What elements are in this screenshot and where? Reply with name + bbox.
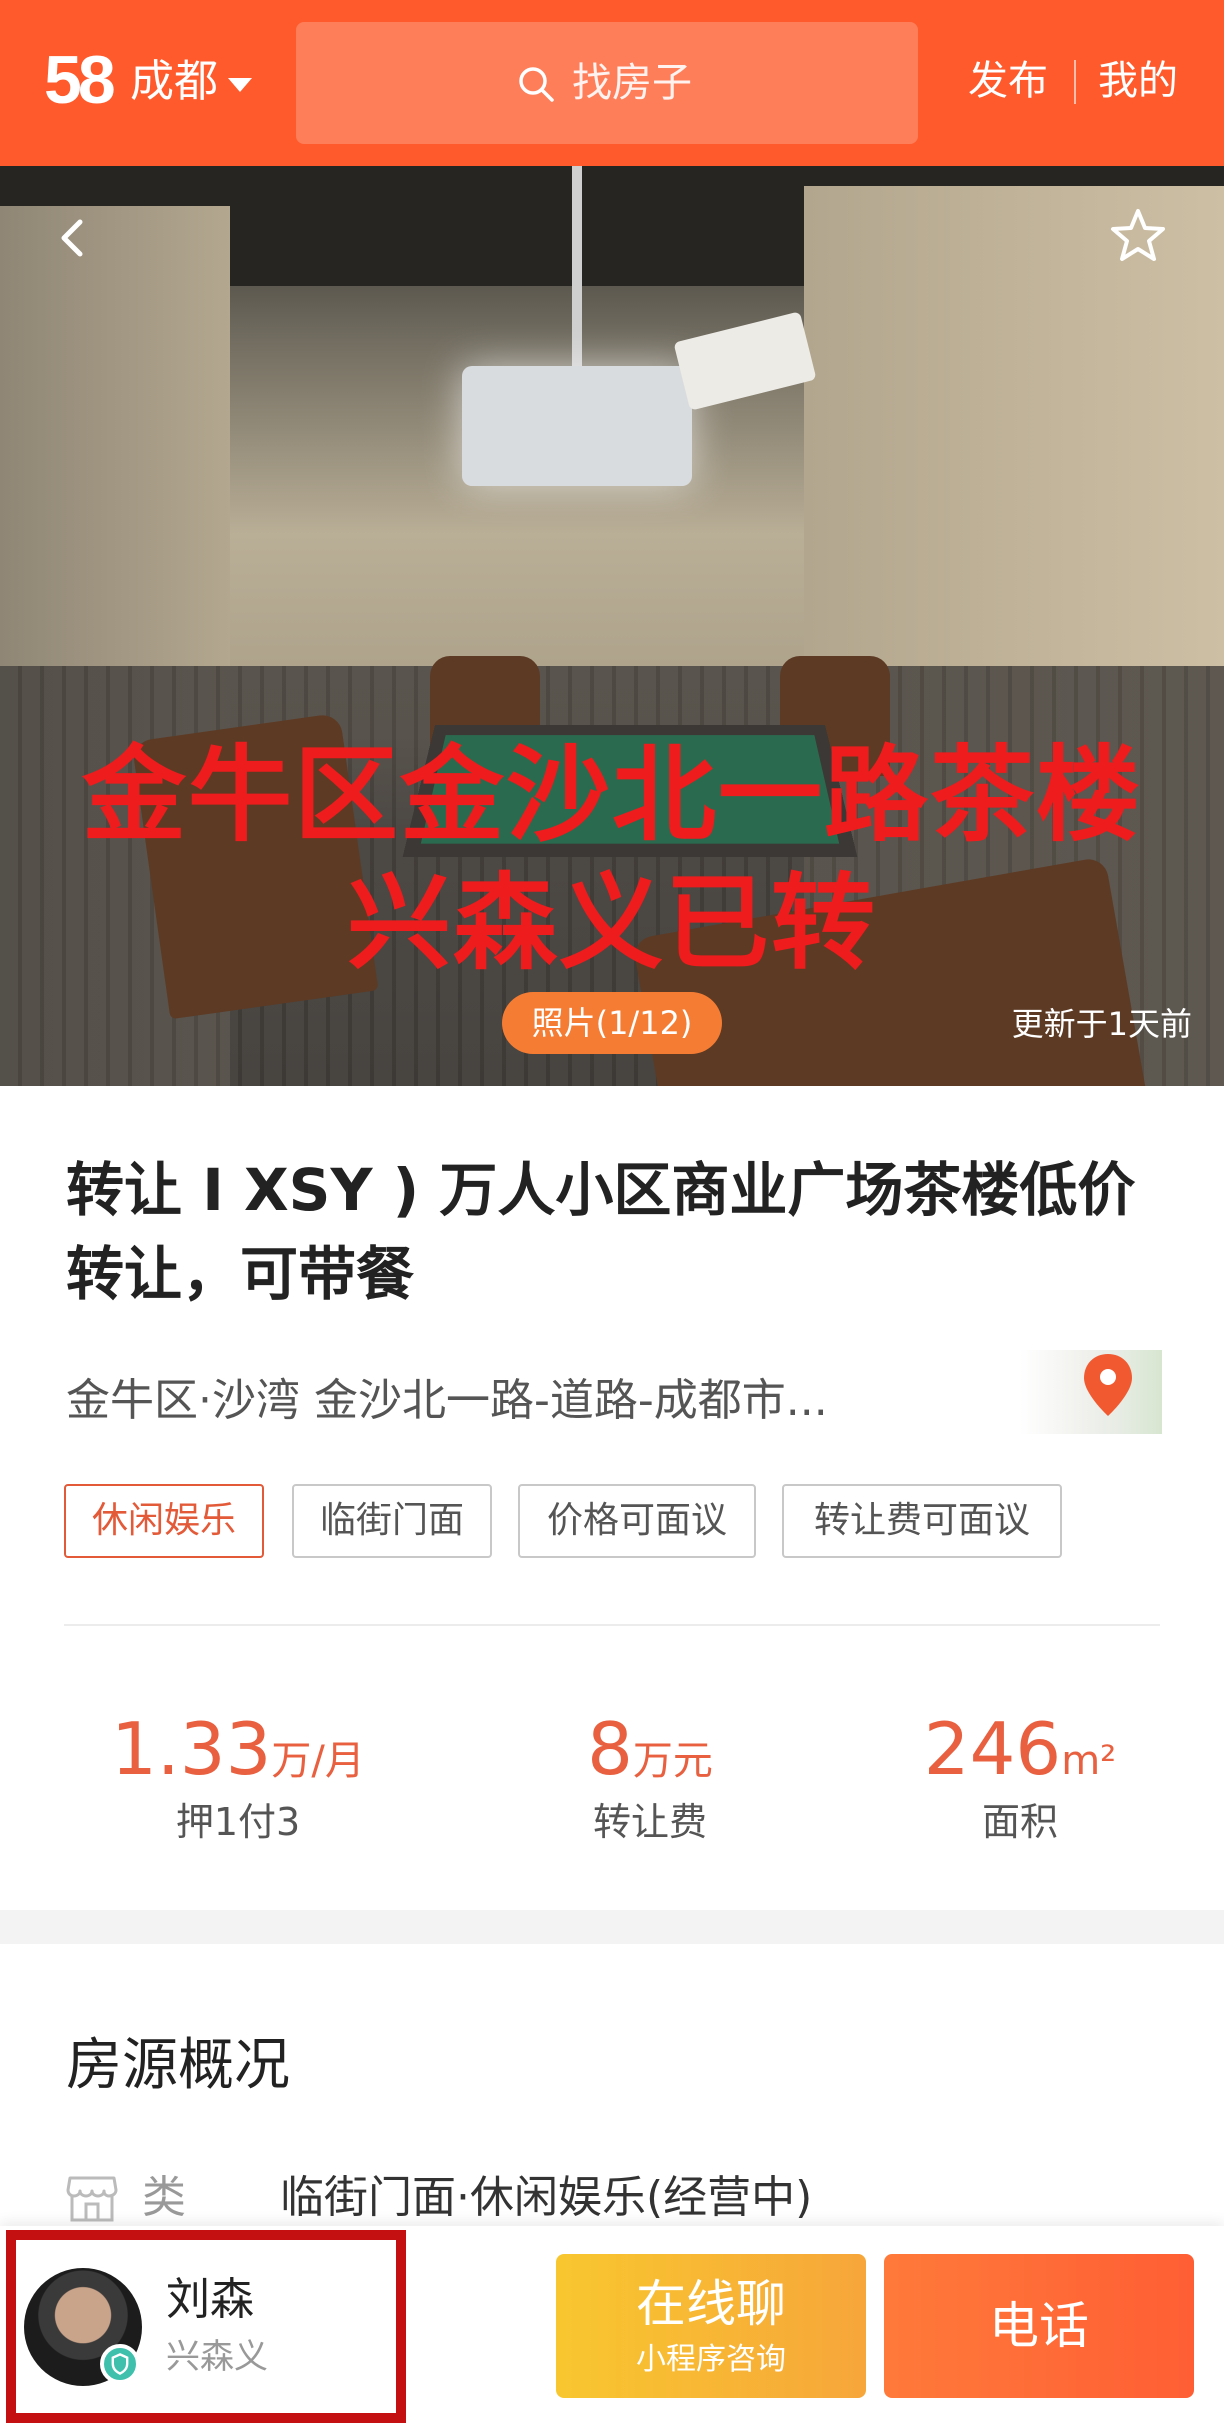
- star-outline-icon[interactable]: [1108, 206, 1168, 266]
- stat-transfer-unit: 万元: [632, 1738, 713, 1784]
- search-placeholder: 找房子: [572, 60, 692, 106]
- storefront-icon: [66, 2176, 118, 2222]
- overview-title: 房源概况: [66, 2033, 290, 2098]
- stat-rent-label: 押1付3: [175, 1800, 301, 1844]
- tag-item: 休闲娱乐: [64, 1484, 264, 1558]
- listing-address[interactable]: 金牛区·沙湾 金沙北一路-道路-成都市...: [66, 1366, 828, 1436]
- stat-area-value: 246: [923, 1707, 1062, 1791]
- chevron-left-icon[interactable]: [50, 214, 98, 262]
- nav-divider: [1074, 60, 1076, 104]
- stat-transfer-fee: 8万元 转让费: [530, 1704, 770, 1850]
- photo-air-conditioner: [673, 311, 817, 411]
- stat-rent-value: 1.33: [111, 1707, 272, 1791]
- photo-lamp: [462, 366, 692, 486]
- tag-item: 临街门面: [292, 1484, 492, 1558]
- verified-shield-icon: [100, 2344, 140, 2384]
- my-account-link[interactable]: 我的: [1098, 50, 1178, 112]
- agent-company: 兴森义: [166, 2337, 268, 2377]
- caret-down-icon[interactable]: [228, 78, 252, 92]
- map-pin-icon[interactable]: [1082, 1352, 1134, 1418]
- top-header: 58 成都 找房子 发布 我的: [0, 0, 1224, 166]
- tag-item: 价格可面议: [518, 1484, 756, 1558]
- stat-transfer-value: 8: [587, 1707, 633, 1791]
- city-selector[interactable]: 成都: [130, 50, 218, 114]
- section-spacer: [0, 1910, 1224, 1944]
- tag-item: 转让费可面议: [782, 1484, 1062, 1558]
- overview-type-value: 临街门面·休闲娱乐(经营中): [280, 2172, 813, 2223]
- photo-count-badge[interactable]: 照片(1/12): [502, 992, 722, 1054]
- photo-overlay-text: 兴森义已转: [346, 862, 877, 984]
- photo-lamp-pole: [572, 166, 582, 376]
- app-logo[interactable]: 58: [44, 40, 116, 120]
- stat-area-unit: m²: [1061, 1738, 1117, 1784]
- stat-area: 246m² 面积: [900, 1704, 1140, 1850]
- online-chat-button[interactable]: 在线聊 小程序咨询: [556, 2254, 866, 2398]
- section-divider: [64, 1624, 1160, 1626]
- listing-title: 转让 I XSY ) 万人小区商业广场茶楼低价转让，可带餐: [66, 1156, 1136, 1308]
- stat-area-label: 面积: [981, 1800, 1058, 1844]
- stat-rent-unit: 万/月: [271, 1738, 365, 1784]
- updated-time: 更新于1天前: [1011, 1005, 1192, 1043]
- search-bar[interactable]: 找房子: [296, 22, 918, 144]
- agent-name[interactable]: 刘森: [166, 2268, 254, 2332]
- photo-gallery[interactable]: 金牛区金沙北一路茶楼 兴森义已转 照片(1/12) 更新于1天前: [0, 166, 1224, 1086]
- search-icon: [519, 67, 554, 102]
- chat-button-label: 在线聊: [636, 2275, 786, 2333]
- stat-rent-value-line: 1.33万/月: [96, 1704, 380, 1794]
- chat-button-sublabel: 小程序咨询: [636, 2342, 786, 2377]
- publish-link[interactable]: 发布: [968, 50, 1048, 112]
- stat-rent: 1.33万/月 押1付3: [96, 1704, 380, 1850]
- phone-call-button[interactable]: 电话: [884, 2254, 1194, 2398]
- photo-overlay-text: 金牛区金沙北一路茶楼: [81, 734, 1142, 856]
- stat-area-value-line: 246m²: [900, 1704, 1140, 1794]
- stat-transfer-label: 转让费: [592, 1800, 707, 1844]
- stat-transfer-value-line: 8万元: [530, 1704, 770, 1794]
